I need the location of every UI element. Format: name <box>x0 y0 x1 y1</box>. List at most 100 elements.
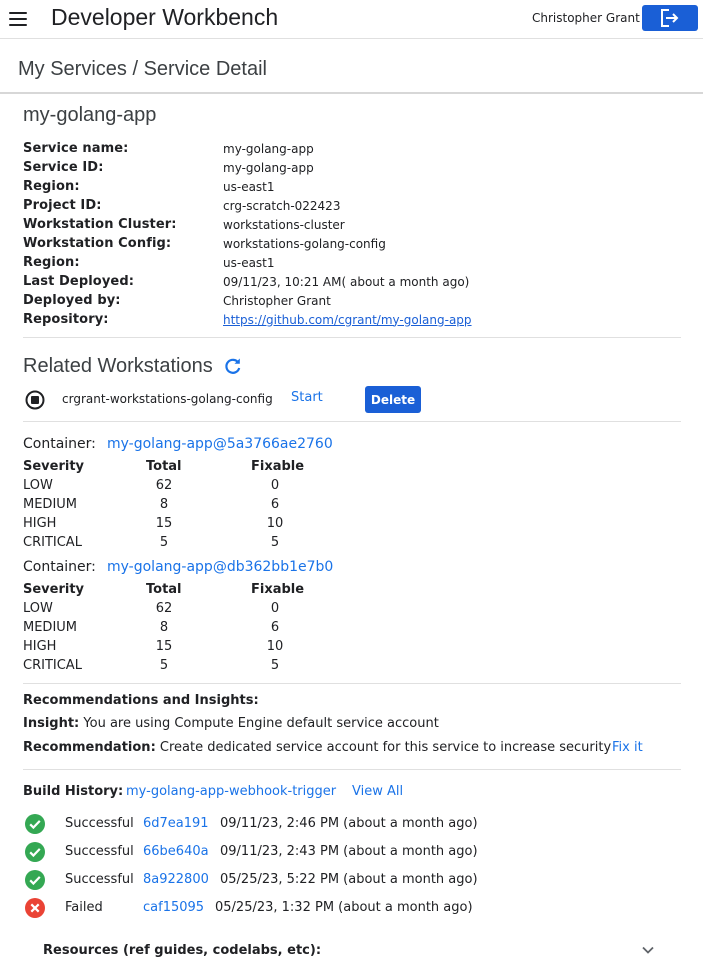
table-row: CRITICAL 5 5 <box>23 533 323 552</box>
total-cell: 5 <box>159 658 169 673</box>
detail-row: Service ID: my-golang-app <box>23 158 472 177</box>
table-row: LOW 62 0 <box>23 476 323 495</box>
insight-line: Insight: You are using Compute Engine de… <box>23 716 439 731</box>
fixable-cell: 5 <box>270 535 280 550</box>
fixable-cell: 6 <box>270 620 280 635</box>
build-history-label: Build History: <box>23 784 124 799</box>
build-time: 09/11/23, 2:46 PM (about a month ago) <box>220 816 478 831</box>
detail-label: Project ID: <box>23 198 102 213</box>
repository-link[interactable]: https://github.com/cgrant/my-golang-app <box>223 313 472 327</box>
hamburger-menu-icon[interactable] <box>9 12 27 26</box>
column-header: Total <box>146 582 182 597</box>
column-header: Severity <box>23 582 85 597</box>
recommendation-line: Recommendation: Create dedicated service… <box>23 740 611 755</box>
build-status: Successful <box>65 872 134 887</box>
insight-label: Insight: <box>23 716 80 731</box>
detail-value: my-golang-app <box>223 160 314 175</box>
workstation-name: crgrant-workstations-golang-config <box>62 392 273 406</box>
detail-row: Project ID: crg-scratch-022423 <box>23 196 472 215</box>
logout-button[interactable] <box>642 5 698 31</box>
severity-table: Severity Total Fixable LOW 62 0 MEDIUM 8… <box>23 457 323 552</box>
severity-cell: HIGH <box>23 516 57 531</box>
success-check-icon <box>25 870 45 890</box>
recommendations-title: Recommendations and Insights: <box>23 693 259 708</box>
divider <box>23 337 681 338</box>
breadcrumb-bar: My Services / Service Detail <box>0 46 703 94</box>
detail-row: Region: us-east1 <box>23 253 472 272</box>
column-header: Total <box>146 459 182 474</box>
container-line: Container: my-golang-app@db362bb1e7b0 <box>23 559 333 575</box>
build-row: Successful 6d7ea191 09/11/23, 2:46 PM (a… <box>23 812 623 836</box>
build-time: 05/25/23, 5:22 PM (about a month ago) <box>220 872 478 887</box>
fixable-cell: 0 <box>270 601 280 616</box>
fixable-cell: 0 <box>270 478 280 493</box>
commit-link[interactable]: 66be640a <box>143 844 209 859</box>
start-workstation-link[interactable]: Start <box>291 390 323 405</box>
severity-cell: MEDIUM <box>23 497 78 512</box>
table-row: HIGH 15 10 <box>23 514 323 533</box>
fixable-cell: 5 <box>270 658 280 673</box>
detail-label: Service ID: <box>23 160 104 175</box>
detail-label: Region: <box>23 255 80 270</box>
recommendation-label: Recommendation: <box>23 740 156 755</box>
severity-table: Severity Total Fixable LOW 62 0 MEDIUM 8… <box>23 580 323 675</box>
commit-link[interactable]: 6d7ea191 <box>143 816 209 831</box>
detail-row: Workstation Cluster: workstations-cluste… <box>23 215 472 234</box>
resources-expander[interactable]: Resources (ref guides, codelabs, etc): <box>43 943 321 958</box>
insight-text: You are using Compute Engine default ser… <box>83 716 439 731</box>
container-label: Container: <box>23 559 96 575</box>
delete-workstation-button[interactable]: Delete <box>365 386 421 413</box>
container-label: Container: <box>23 436 96 452</box>
success-check-icon <box>25 814 45 834</box>
severity-cell: LOW <box>23 478 53 493</box>
commit-link[interactable]: caf15095 <box>143 900 204 915</box>
divider <box>23 683 681 684</box>
build-row: Successful 66be640a 09/11/23, 2:43 PM (a… <box>23 840 623 864</box>
container-image-link[interactable]: my-golang-app@5a3766ae2760 <box>107 436 333 452</box>
fixable-cell: 10 <box>266 516 284 531</box>
table-header: Severity Total Fixable <box>23 580 323 599</box>
detail-value: us-east1 <box>223 179 275 194</box>
total-cell: 15 <box>155 516 173 531</box>
divider <box>23 421 681 422</box>
severity-cell: LOW <box>23 601 53 616</box>
total-cell: 8 <box>159 497 169 512</box>
build-row: Failed caf15095 05/25/23, 1:32 PM (about… <box>23 896 623 920</box>
detail-row: Deployed by: Christopher Grant <box>23 291 472 310</box>
stop-circle-icon <box>25 390 45 410</box>
refresh-icon[interactable] <box>223 356 243 376</box>
detail-label: Workstation Cluster: <box>23 217 177 232</box>
fixable-cell: 6 <box>270 497 280 512</box>
build-status: Successful <box>65 844 134 859</box>
detail-row: Workstation Config: workstations-golang-… <box>23 234 472 253</box>
service-title: my-golang-app <box>23 104 157 126</box>
commit-link[interactable]: 8a922800 <box>143 872 209 887</box>
detail-value: Christopher Grant <box>223 293 331 308</box>
top-bar: Developer Workbench Christopher Grant <box>0 0 703 39</box>
table-row: LOW 62 0 <box>23 599 323 618</box>
detail-label: Workstation Config: <box>23 236 172 251</box>
view-all-link[interactable]: View All <box>352 784 403 799</box>
build-status: Failed <box>65 900 103 915</box>
detail-label: Region: <box>23 179 80 194</box>
chevron-down-icon[interactable] <box>640 944 656 956</box>
fixable-cell: 10 <box>266 639 284 654</box>
total-cell: 5 <box>159 535 169 550</box>
detail-value: crg-scratch-022423 <box>223 198 341 213</box>
detail-value: workstations-cluster <box>223 217 345 232</box>
container-image-link[interactable]: my-golang-app@db362bb1e7b0 <box>107 559 333 575</box>
detail-label: Repository: <box>23 312 109 327</box>
table-row: CRITICAL 5 5 <box>23 656 323 675</box>
detail-row: Repository: https://github.com/cgrant/my… <box>23 310 472 329</box>
service-details: Service name: my-golang-app Service ID: … <box>23 139 472 329</box>
recommendation-text: Create dedicated service account for thi… <box>159 740 612 755</box>
build-row: Successful 8a922800 05/25/23, 5:22 PM (a… <box>23 868 623 892</box>
column-header: Fixable <box>251 582 305 597</box>
fix-it-link[interactable]: Fix it <box>612 740 643 755</box>
build-trigger-link[interactable]: my-golang-app-webhook-trigger <box>126 784 336 799</box>
container-line: Container: my-golang-app@5a3766ae2760 <box>23 436 333 452</box>
success-check-icon <box>25 842 45 862</box>
table-row: MEDIUM 8 6 <box>23 495 323 514</box>
detail-row: Last Deployed: 09/11/23, 10:21 AM( about… <box>23 272 472 291</box>
build-time: 09/11/23, 2:43 PM (about a month ago) <box>220 844 478 859</box>
